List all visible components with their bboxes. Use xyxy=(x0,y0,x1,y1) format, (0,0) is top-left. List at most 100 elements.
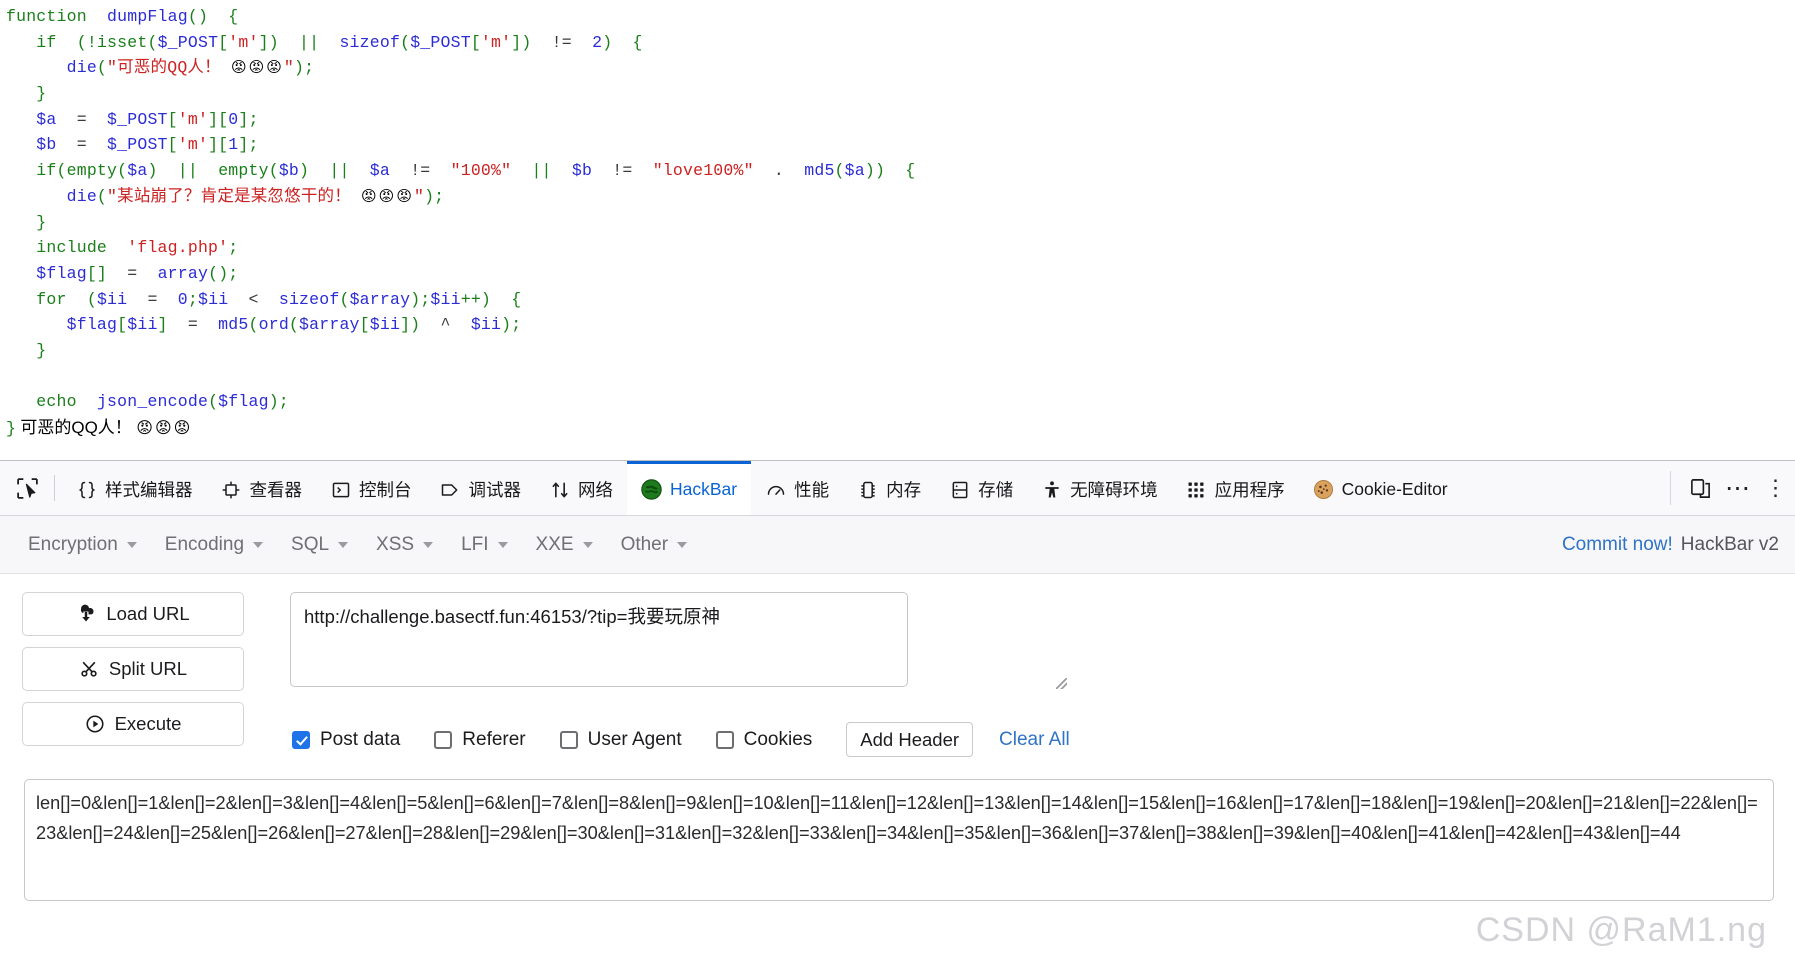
code-token: || xyxy=(278,32,340,52)
code-token: ( xyxy=(400,32,411,52)
code-token: ( xyxy=(208,392,219,412)
code-token: (); xyxy=(208,263,239,283)
devtools-tab-2[interactable]: 查看器 xyxy=(207,461,317,515)
code-token: $b xyxy=(278,161,300,181)
devtools-tab-5[interactable]: 网络 xyxy=(535,461,627,515)
devtools-toolbar: 样式编辑器 查看器 控制台 调试器 网络 HackBar 性能 内存 存储 无障碍环境 应用程序 Co… xyxy=(0,461,1795,516)
code-token: ] xyxy=(157,315,168,335)
button-label: Split URL xyxy=(108,658,188,679)
checkbox-unchecked-icon[interactable] xyxy=(434,730,453,749)
button-label: Load URL xyxy=(106,603,190,624)
devtools-tab-9[interactable]: 存储 xyxy=(935,461,1027,515)
hackbar-menu-encoding[interactable]: Encoding xyxy=(151,528,277,562)
responsive-design-mode-icon[interactable] xyxy=(1683,471,1717,505)
checkbox-unchecked-icon[interactable] xyxy=(559,730,578,749)
code-token: for xyxy=(6,289,77,309)
code-token: $a xyxy=(6,109,57,129)
code-token: 'm' xyxy=(480,32,512,52)
devtools-tab-10[interactable]: 无障碍环境 xyxy=(1027,461,1172,515)
checkbox-post-data[interactable]: Post data xyxy=(292,729,400,751)
checkbox-cookies[interactable]: Cookies xyxy=(715,729,812,751)
code-token: ) xyxy=(147,161,158,181)
code-token: 0 xyxy=(167,289,188,309)
code-token: [ xyxy=(470,32,481,52)
code-token: $a xyxy=(127,161,148,181)
code-token: $ii xyxy=(460,315,502,335)
chevron-down-icon xyxy=(126,541,137,548)
code-token: $array xyxy=(349,289,411,309)
code-token: ) { xyxy=(602,32,643,52)
post-data-input[interactable] xyxy=(24,779,1774,901)
code-token: $flag xyxy=(218,392,269,412)
code-token: ( xyxy=(56,161,67,181)
code-line: if (!isset($_POST['m']) || sizeof($_POST… xyxy=(6,30,1795,56)
hackbar-menu-encryption[interactable]: Encryption xyxy=(14,528,151,562)
code-token: $_POST xyxy=(96,135,168,155)
code-token: 😡😡😡 xyxy=(361,186,414,205)
angry-face-emoji: 😡😡😡 xyxy=(136,418,193,437)
hackbar-logo-icon xyxy=(641,479,662,500)
code-token: ]) xyxy=(400,315,421,335)
load-url-button[interactable]: Load URL xyxy=(22,592,244,636)
code-token: include xyxy=(6,238,118,258)
code-token: ord xyxy=(258,315,289,335)
commit-now-link[interactable]: Commit now! xyxy=(1562,534,1673,556)
network-arrows-icon xyxy=(549,479,570,500)
checkbox-unchecked-icon[interactable] xyxy=(715,730,734,749)
code-token: ( xyxy=(96,186,108,206)
code-token: $b xyxy=(571,161,593,181)
storage-icon xyxy=(949,479,970,500)
hackbar-menu-label: XXE xyxy=(535,533,574,555)
hackbar-menu-xxe[interactable]: XXE xyxy=(522,528,607,562)
devtools-tab-8[interactable]: 内存 xyxy=(843,461,935,515)
checkbox-checked-icon[interactable] xyxy=(292,730,310,749)
checkbox-user-agent[interactable]: User Agent xyxy=(559,729,682,751)
code-token: ( xyxy=(288,315,300,335)
url-input[interactable] xyxy=(290,592,908,687)
code-token: $flag xyxy=(6,315,118,335)
execute-button[interactable]: Execute xyxy=(22,702,244,746)
devtools-tab-11[interactable]: 应用程序 xyxy=(1172,461,1299,515)
code-token: if xyxy=(6,32,67,52)
browser-screen: function dumpFlag() { if (!isset($_POST[… xyxy=(0,0,1795,958)
devtools-tab-7[interactable]: 性能 xyxy=(751,461,843,515)
code-token: $b xyxy=(6,135,57,155)
code-token: die xyxy=(6,186,97,206)
devtools-tab-3[interactable]: 控制台 xyxy=(316,461,426,515)
close-devtools-icon[interactable]: ⋮ xyxy=(1759,471,1793,505)
code-line: if(empty($a) || empty($b) || $a != "100%… xyxy=(6,158,1795,184)
hackbar-menu-xss[interactable]: XSS xyxy=(362,528,447,562)
code-token: ]) xyxy=(511,32,532,52)
inspector-icon xyxy=(221,479,242,500)
code-token: < xyxy=(228,289,269,309)
hackbar-menu-sql[interactable]: SQL xyxy=(277,528,362,562)
code-token: "可恶的QQ人！ xyxy=(107,58,231,78)
csdn-watermark: CSDN @RaM1.ng xyxy=(1475,911,1767,949)
code-token: $ii xyxy=(430,289,461,309)
devtools-tab-6[interactable]: HackBar xyxy=(627,461,752,515)
code-token: ]; xyxy=(238,109,259,129)
devtools-tab-12[interactable]: Cookie-Editor xyxy=(1299,461,1462,515)
element-picker-icon[interactable] xyxy=(8,469,46,507)
code-token: ( xyxy=(76,289,97,309)
code-token: ( xyxy=(248,315,259,335)
code-token: } xyxy=(6,212,47,232)
code-token: 'm' xyxy=(228,32,259,52)
checkbox-referer[interactable]: Referer xyxy=(434,729,526,751)
devtools-tab-4[interactable]: 调试器 xyxy=(426,461,536,515)
code-token: empty xyxy=(66,161,118,181)
more-options-icon[interactable]: ⋯ xyxy=(1721,471,1755,505)
devtools-tab-1[interactable]: 样式编辑器 xyxy=(62,461,207,515)
code-token: "100%" xyxy=(440,161,512,181)
code-token: if xyxy=(6,161,57,181)
code-token: $flag xyxy=(6,263,87,283)
code-token: = xyxy=(56,109,97,129)
hackbar-menu-lfi[interactable]: LFI xyxy=(447,528,521,562)
add-header-button[interactable]: Add Header xyxy=(846,722,974,757)
clear-all-link[interactable]: Clear All xyxy=(999,729,1070,751)
hackbar-menu-other[interactable]: Other xyxy=(607,528,702,562)
split-url-button[interactable]: Split URL xyxy=(22,647,244,691)
code-token: $ii xyxy=(369,315,401,335)
code-token: dumpFlag xyxy=(96,7,188,26)
code-token: 'm' xyxy=(177,109,209,129)
